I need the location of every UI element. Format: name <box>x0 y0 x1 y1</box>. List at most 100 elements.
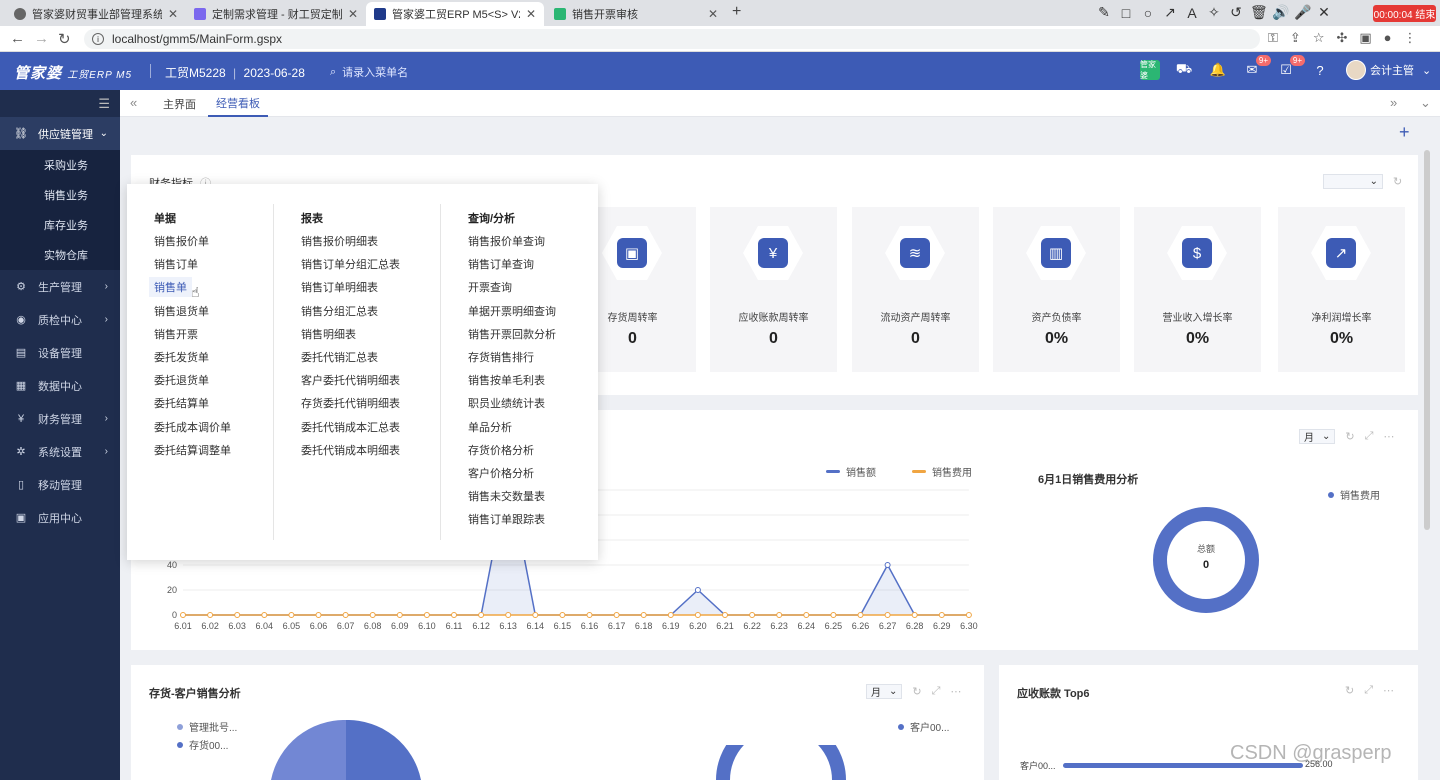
sidepanel-icon[interactable]: ▣ <box>1359 30 1371 46</box>
menu-item[interactable]: 销售报价明细表 <box>301 233 378 249</box>
menu-item[interactable]: 销售退货单 <box>154 303 209 319</box>
share-icon[interactable]: ⇪ <box>1290 30 1301 46</box>
period-select[interactable]: 月 ⌄ <box>1299 429 1336 444</box>
profile-icon[interactable]: ● <box>1384 30 1392 46</box>
new-tab-button[interactable]: + <box>732 3 741 21</box>
url-input[interactable]: i localhost/gmm5/MainForm.gspx <box>84 29 1260 49</box>
legend-customer[interactable]: 客户00... <box>898 719 949 734</box>
star-icon[interactable]: ☆ <box>1313 30 1325 46</box>
back-icon[interactable]: ← <box>10 30 25 47</box>
menu-icon[interactable]: ⋮ <box>1404 30 1417 46</box>
more-icon[interactable]: ⋯ <box>950 685 961 698</box>
browser-tab-1[interactable]: 管家婆财贸事业部管理系统 ✕ <box>6 2 186 26</box>
chevron-double-left-icon[interactable]: « <box>130 95 137 110</box>
menu-item[interactable]: 销售订单 <box>154 256 198 272</box>
menu-item[interactable]: 销售报价单查询 <box>468 233 545 249</box>
refresh-icon[interactable]: ↻ <box>912 685 921 698</box>
menu-item[interactable]: 职员业绩统计表 <box>468 395 545 411</box>
reload-icon[interactable]: ↻ <box>58 30 71 48</box>
help-icon[interactable]: ? <box>1310 60 1330 80</box>
close-icon[interactable]: ✕ <box>708 7 718 21</box>
menu-item[interactable]: 委托结算单 <box>154 395 209 411</box>
menu-item[interactable]: 销售明细表 <box>301 326 356 342</box>
chevron-down-icon[interactable]: ⌄ <box>1420 95 1431 111</box>
menu-item[interactable]: 单品分析 <box>468 419 512 435</box>
sidebar-item-quality[interactable]: ◉ 质检中心 › <box>0 303 120 336</box>
sidebar-item-mobile[interactable]: ▯ 移动管理 <box>0 468 120 501</box>
sidebar-sub-warehouse[interactable]: 实物仓库 <box>0 240 120 270</box>
menu-item[interactable]: 客户价格分析 <box>468 465 534 481</box>
close-icon[interactable]: ✕ <box>168 7 178 21</box>
menu-item[interactable]: 单据开票明细查询 <box>468 303 556 319</box>
menu-item[interactable]: 委托退货单 <box>154 372 209 388</box>
menu-item[interactable]: 委托结算调整单 <box>154 442 231 458</box>
close-icon[interactable]: ✕ <box>1316 4 1332 21</box>
more-icon[interactable]: ⋯ <box>1383 430 1394 443</box>
forward-icon[interactable]: → <box>34 30 49 47</box>
legend-batch[interactable]: 管理批号... <box>177 719 237 734</box>
recording-stop-button[interactable]: 00:00:04 结束 <box>1373 5 1436 22</box>
sidebar-sub-purchase[interactable]: 采购业务 <box>0 150 120 180</box>
period-select[interactable]: ⌄ <box>1323 174 1383 189</box>
browser-tab-3[interactable]: 管家婆工贸ERP M5<S> V22.8- ✕ <box>366 2 544 26</box>
browser-tab-4[interactable]: 销售开票审核 ✕ <box>546 2 726 26</box>
menu-item[interactable]: 销售报价单 <box>154 233 209 249</box>
speaker-icon[interactable]: 🔊 <box>1272 4 1289 21</box>
expand-icon[interactable]: ⤢ <box>1365 430 1374 443</box>
legend-stock[interactable]: 存货00... <box>177 737 228 752</box>
text-icon[interactable]: A <box>1184 5 1200 21</box>
menu-item[interactable]: 销售订单查询 <box>468 256 534 272</box>
sidebar-item-finance[interactable]: ¥ 财务管理 › <box>0 402 120 435</box>
menu-item[interactable]: 销售未交数量表 <box>468 488 545 504</box>
arrow-icon[interactable]: ↗ <box>1162 4 1178 21</box>
menu-item[interactable]: 委托代销成本汇总表 <box>301 419 400 435</box>
menu-item[interactable]: 客户委托代销明细表 <box>301 372 400 388</box>
pen-icon[interactable]: ✎ <box>1096 4 1112 21</box>
close-icon[interactable]: ✕ <box>526 7 536 21</box>
refresh-icon[interactable]: ↻ <box>1345 684 1354 697</box>
menu-search[interactable]: ⌕ 请录入菜单名 <box>330 64 408 80</box>
menu-item[interactable]: 销售按单毛利表 <box>468 372 545 388</box>
rectangle-icon[interactable]: □ <box>1118 5 1134 21</box>
circle-icon[interactable]: ○ <box>1140 5 1156 21</box>
app-store-icon[interactable]: 管家婆 <box>1140 60 1160 80</box>
sidebar-item-apps[interactable]: ▣ 应用中心 <box>0 501 120 534</box>
sidebar-item-equipment[interactable]: ▤ 设备管理 <box>0 336 120 369</box>
message-icon[interactable]: ✉ 9+ <box>1242 55 1271 80</box>
menu-item[interactable]: 销售单 <box>149 277 192 298</box>
expand-icon[interactable]: ⤢ <box>932 685 941 698</box>
period-select[interactable]: 月 ⌄ <box>866 684 903 699</box>
chevron-double-right-icon[interactable]: » <box>1390 95 1397 110</box>
sidebar-item-production[interactable]: ⚙ 生产管理 › <box>0 270 120 303</box>
sidebar-collapse-icon[interactable]: ☰ <box>0 90 120 117</box>
menu-item[interactable]: 委托发货单 <box>154 349 209 365</box>
menu-item[interactable]: 委托代销成本明细表 <box>301 442 400 458</box>
menu-item[interactable]: 存货销售排行 <box>468 349 534 365</box>
menu-item[interactable]: 委托成本调价单 <box>154 419 231 435</box>
bell-icon[interactable]: 🔔 <box>1208 60 1228 80</box>
mic-icon[interactable]: 🎤 <box>1294 4 1311 21</box>
sidebar-item-settings[interactable]: ✲ 系统设置 › <box>0 435 120 468</box>
info-icon[interactable]: i <box>92 33 104 45</box>
menu-item[interactable]: 开票查询 <box>468 279 512 295</box>
refresh-icon[interactable]: ↻ <box>1393 175 1402 188</box>
magic-icon[interactable]: ✧ <box>1206 4 1222 21</box>
menu-item[interactable]: 存货委托代销明细表 <box>301 395 400 411</box>
user-menu[interactable]: 会计主管 ⌄ <box>1346 60 1431 80</box>
menu-item[interactable]: 销售开票 <box>154 326 198 342</box>
menu-item[interactable]: 销售订单跟踪表 <box>468 511 545 527</box>
menu-item[interactable]: 委托代销汇总表 <box>301 349 378 365</box>
menu-item[interactable]: 销售订单分组汇总表 <box>301 256 400 272</box>
refresh-icon[interactable]: ↻ <box>1345 430 1354 443</box>
more-icon[interactable]: ⋯ <box>1383 684 1394 697</box>
browser-tab-2[interactable]: 定制需求管理 - 财工贸定制开发 ✕ <box>186 2 366 26</box>
sidebar-item-data[interactable]: ▦ 数据中心 <box>0 369 120 402</box>
add-widget-button[interactable]: + <box>1399 122 1410 143</box>
tab-dashboard[interactable]: 经营看板 <box>208 90 268 117</box>
key-icon[interactable]: ⚿ <box>1268 30 1278 46</box>
tab-main[interactable]: 主界面 <box>155 90 204 117</box>
task-icon[interactable]: ☑ 9+ <box>1276 55 1305 80</box>
close-icon[interactable]: ✕ <box>348 7 358 21</box>
menu-item[interactable]: 销售分组汇总表 <box>301 303 378 319</box>
menu-item[interactable]: 存货价格分析 <box>468 442 534 458</box>
